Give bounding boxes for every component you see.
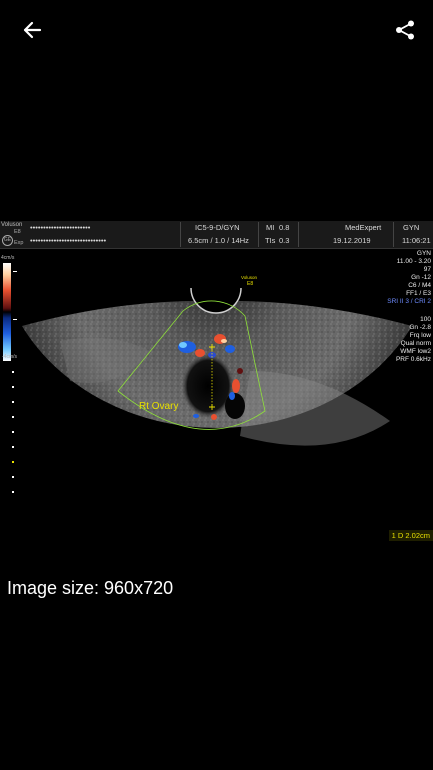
sector-scan [22,287,412,446]
measurement-index: 1 [391,531,396,540]
color-scale-bar [3,263,11,361]
apex-brand-label: Voluson [241,275,258,280]
measurement-readout: 1 D 2.02cm [388,530,433,541]
measurement-value: D 2.02cm [397,531,430,540]
param-prf: PRF 0.6kHz [395,356,431,363]
apex-model-label: E8 [247,281,254,287]
share-icon[interactable] [389,14,421,46]
ovary-annotation: Rt Ovary [139,401,179,412]
scale-bottom-label: -4cm/s [2,354,17,360]
app-toolbar [0,0,433,56]
ultrasound-image[interactable]: Voluson GE E8 Exp ••••••••••••••••••••••… [0,221,433,543]
image-size-label: Image size: 960x720 [7,578,174,598]
param-sri-cri: SRI II 3 / CRI 2 [387,298,431,305]
back-arrow-icon[interactable] [16,14,48,46]
scale-top-label: 4cm/s [1,255,15,261]
